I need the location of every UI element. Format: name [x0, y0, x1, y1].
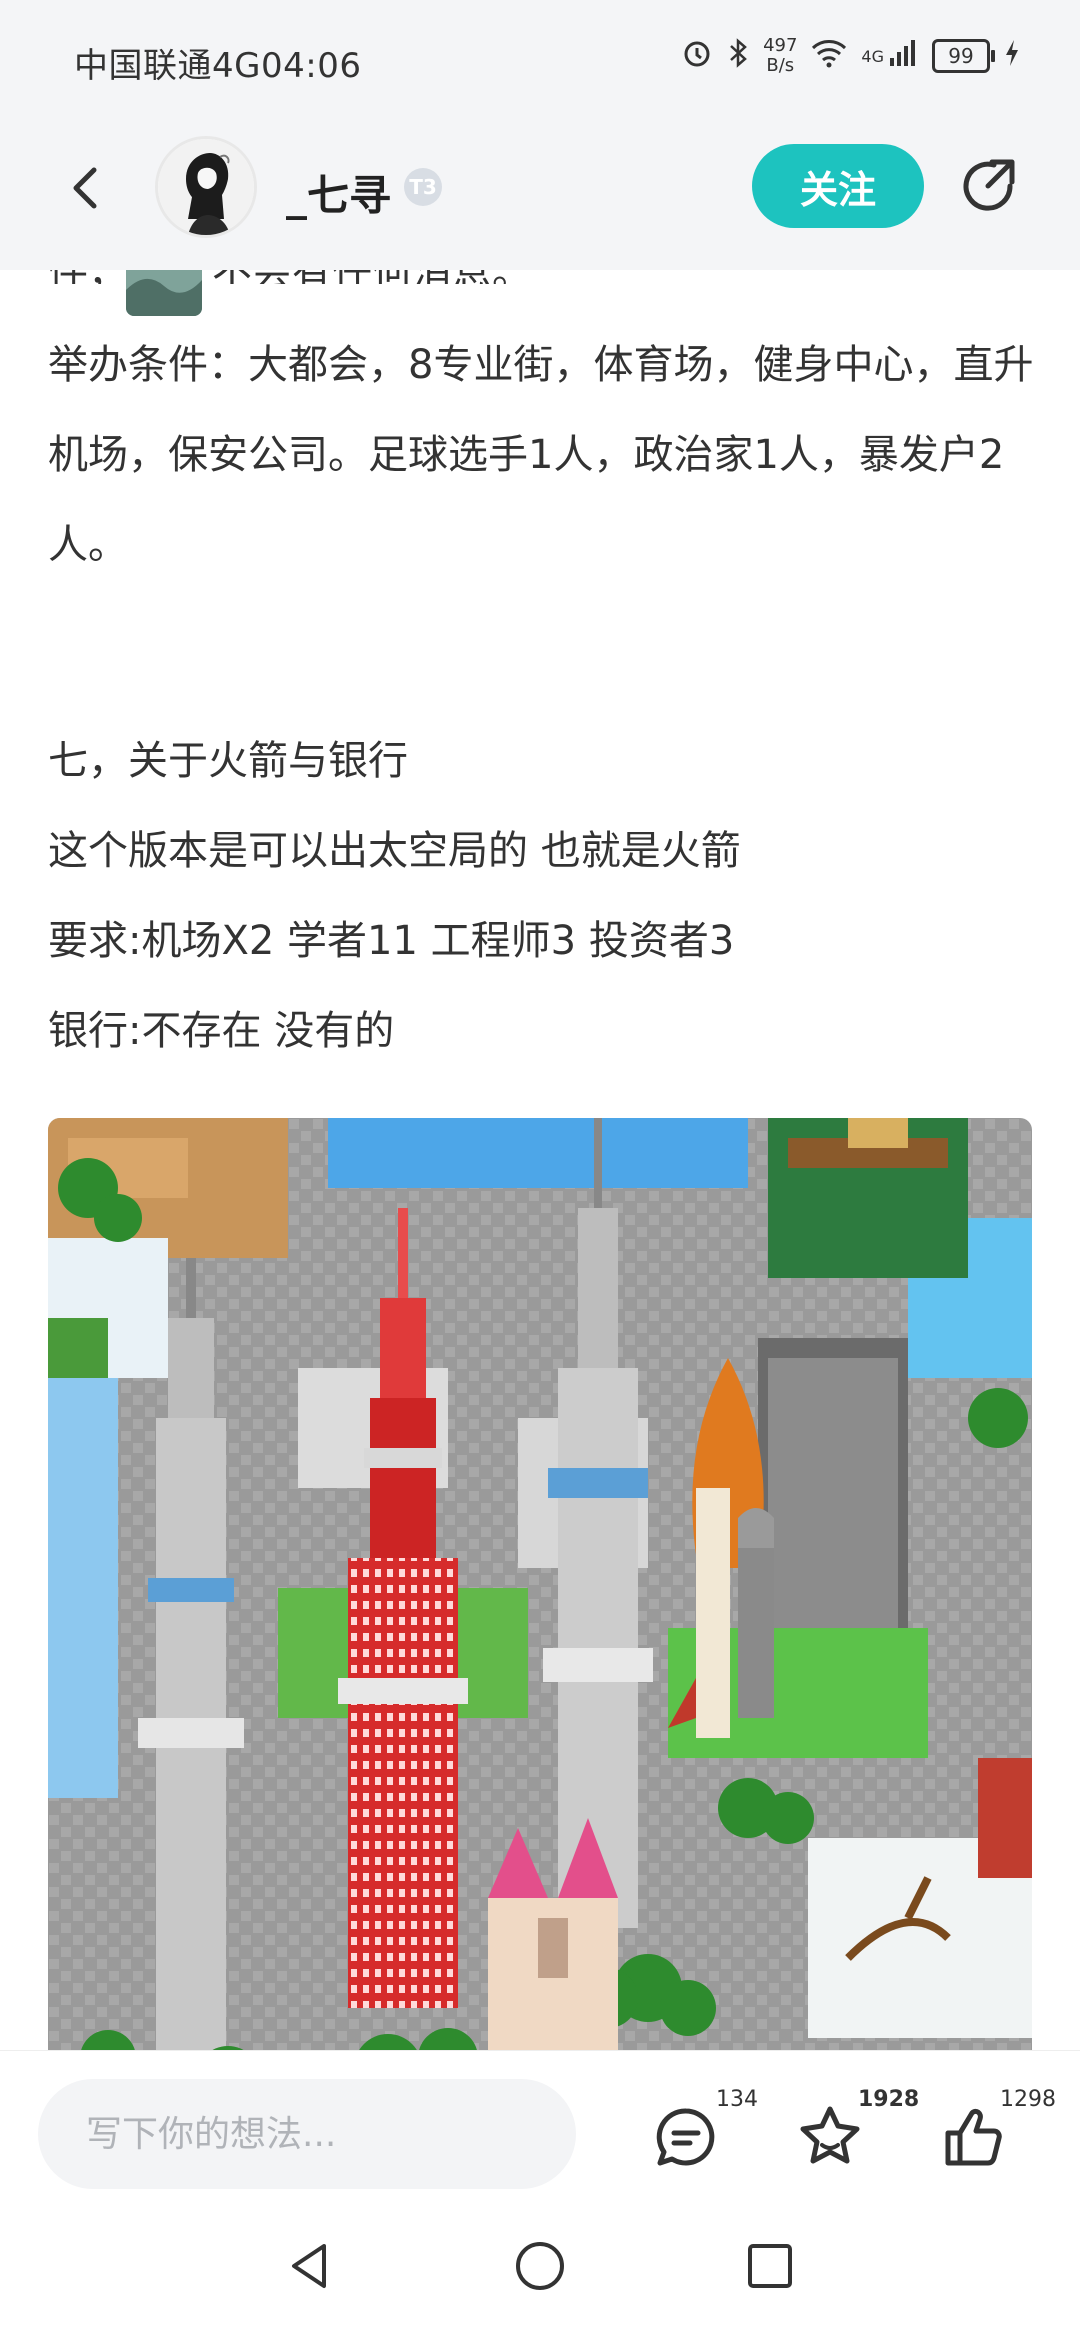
carrier-label: 中国联通4G	[74, 46, 261, 86]
system-nav-bar	[0, 2190, 1080, 2340]
clock: 04:06	[260, 46, 362, 86]
charging-icon	[1004, 38, 1020, 75]
author-avatar[interactable]	[155, 136, 257, 238]
chevron-left-icon	[73, 167, 97, 209]
bluetooth-icon	[727, 37, 749, 76]
like-count: 1298	[1000, 2087, 1056, 2112]
share-button[interactable]	[954, 152, 1024, 222]
net-speed: 497 B/s	[763, 36, 797, 76]
net-speed-unit: B/s	[766, 55, 795, 76]
paragraph-requirements: 要求:机场X2 学者11 工程师3 投资者3	[48, 918, 735, 964]
signal-icon	[888, 38, 918, 75]
circle-home-icon	[516, 2242, 564, 2290]
post-image[interactable]	[48, 1118, 1032, 2050]
comment-icon	[656, 2108, 715, 2166]
section-heading: 七，关于火箭与银行	[48, 738, 408, 784]
follow-button[interactable]: 关注	[752, 144, 924, 228]
triangle-back-icon	[292, 2244, 326, 2288]
alarm-icon	[681, 37, 713, 76]
comment-input[interactable]	[38, 2079, 576, 2189]
favorite-count: 1928	[858, 2087, 920, 2112]
wifi-icon	[811, 38, 847, 75]
post-content: 件， 不会有任何消息。 举办条件：大都会，8专业街，体育场，健身中心，直升机场，保…	[0, 270, 1080, 2050]
badge-thumbnail	[126, 270, 202, 316]
comment-count: 134	[716, 2087, 758, 2112]
partial-text-line: 件， 不会有任何消息。	[48, 270, 532, 284]
nav-back-button[interactable]	[280, 2236, 340, 2296]
comment-bar: 134 1928 1298	[0, 2050, 1080, 2191]
avatar-illustration	[158, 139, 254, 235]
partial-text-right: 不会有任何消息。	[212, 270, 532, 284]
square-recents-icon	[748, 2244, 792, 2288]
paragraph-rocket: 这个版本是可以出太空局的 也就是火箭	[48, 828, 741, 874]
floating-app-badge[interactable]	[126, 270, 202, 316]
paragraph-conditions: 举办条件：大都会，8专业街，体育场，健身中心，直升机场，保安公司。足球选手1人，…	[48, 342, 1034, 568]
status-left: 中国联通4G04:06	[74, 38, 361, 87]
comment-button[interactable]	[646, 2097, 726, 2177]
status-bar: 中国联通4G04:06 497 B/s 4G 99	[0, 0, 1080, 120]
battery-indicator: 99	[932, 39, 995, 73]
author-name[interactable]: _七寻	[286, 162, 391, 223]
status-right: 497 B/s 4G 99	[681, 36, 1020, 76]
nav-home-button[interactable]	[510, 2236, 570, 2296]
level-badge: T3	[404, 168, 442, 206]
back-button[interactable]	[56, 158, 116, 218]
share-icon	[963, 159, 1015, 211]
partial-text-left: 件，	[48, 270, 128, 284]
pixel-city-screenshot	[48, 1118, 1032, 2050]
net-speed-value: 497	[763, 35, 798, 56]
post-header: _七寻 T3 关注	[0, 120, 1080, 270]
network-type: 4G	[861, 46, 884, 66]
nav-recents-button[interactable]	[740, 2236, 800, 2296]
paragraph-bank: 银行:不存在 没有的	[48, 1008, 395, 1054]
